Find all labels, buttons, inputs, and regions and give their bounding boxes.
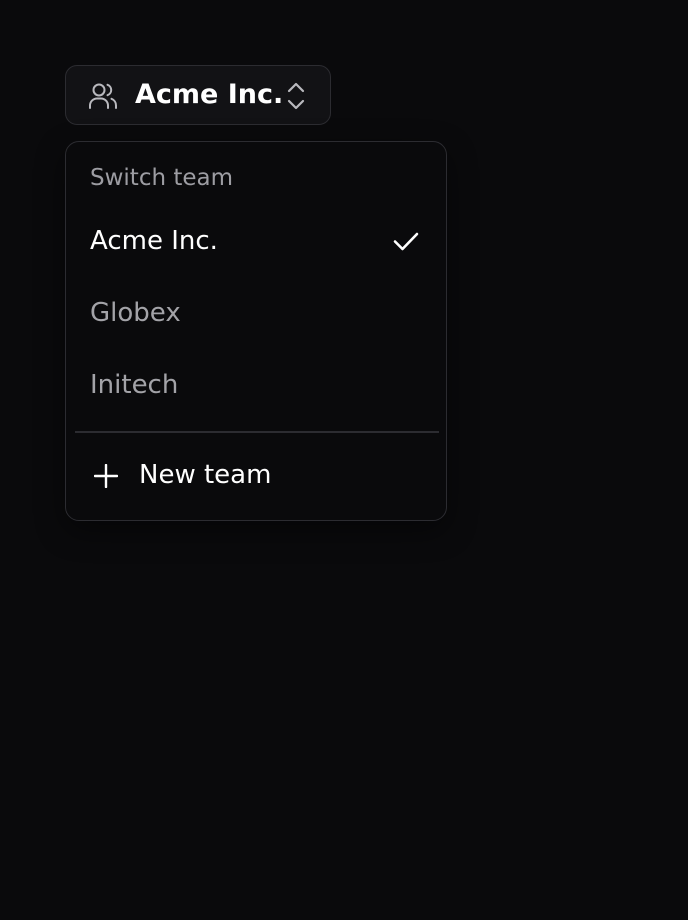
- menu-item-label: Initech: [90, 370, 179, 400]
- chevron-up-down-icon: [287, 82, 305, 110]
- current-team-name: Acme Inc.: [135, 79, 284, 110]
- page: Acme Inc. Switch team Acme Inc. Globex I…: [0, 0, 688, 920]
- menu-item-label: Globex: [90, 298, 181, 328]
- menu-item-acme-inc[interactable]: Acme Inc.: [66, 211, 446, 271]
- plus-icon: [94, 464, 118, 488]
- menu-divider: [75, 431, 439, 433]
- team-switcher-button[interactable]: Acme Inc.: [65, 65, 331, 125]
- new-team-label: New team: [139, 460, 272, 490]
- menu-heading: Switch team: [90, 165, 234, 191]
- check-icon: [393, 232, 419, 251]
- menu-item-globex[interactable]: Globex: [66, 283, 446, 343]
- users-icon: [89, 83, 117, 109]
- menu-item-initech[interactable]: Initech: [66, 355, 446, 415]
- new-team-button[interactable]: New team: [66, 445, 446, 505]
- team-switcher-menu: Switch team Acme Inc. Globex Initech New…: [65, 141, 447, 521]
- menu-item-label: Acme Inc.: [90, 226, 218, 256]
